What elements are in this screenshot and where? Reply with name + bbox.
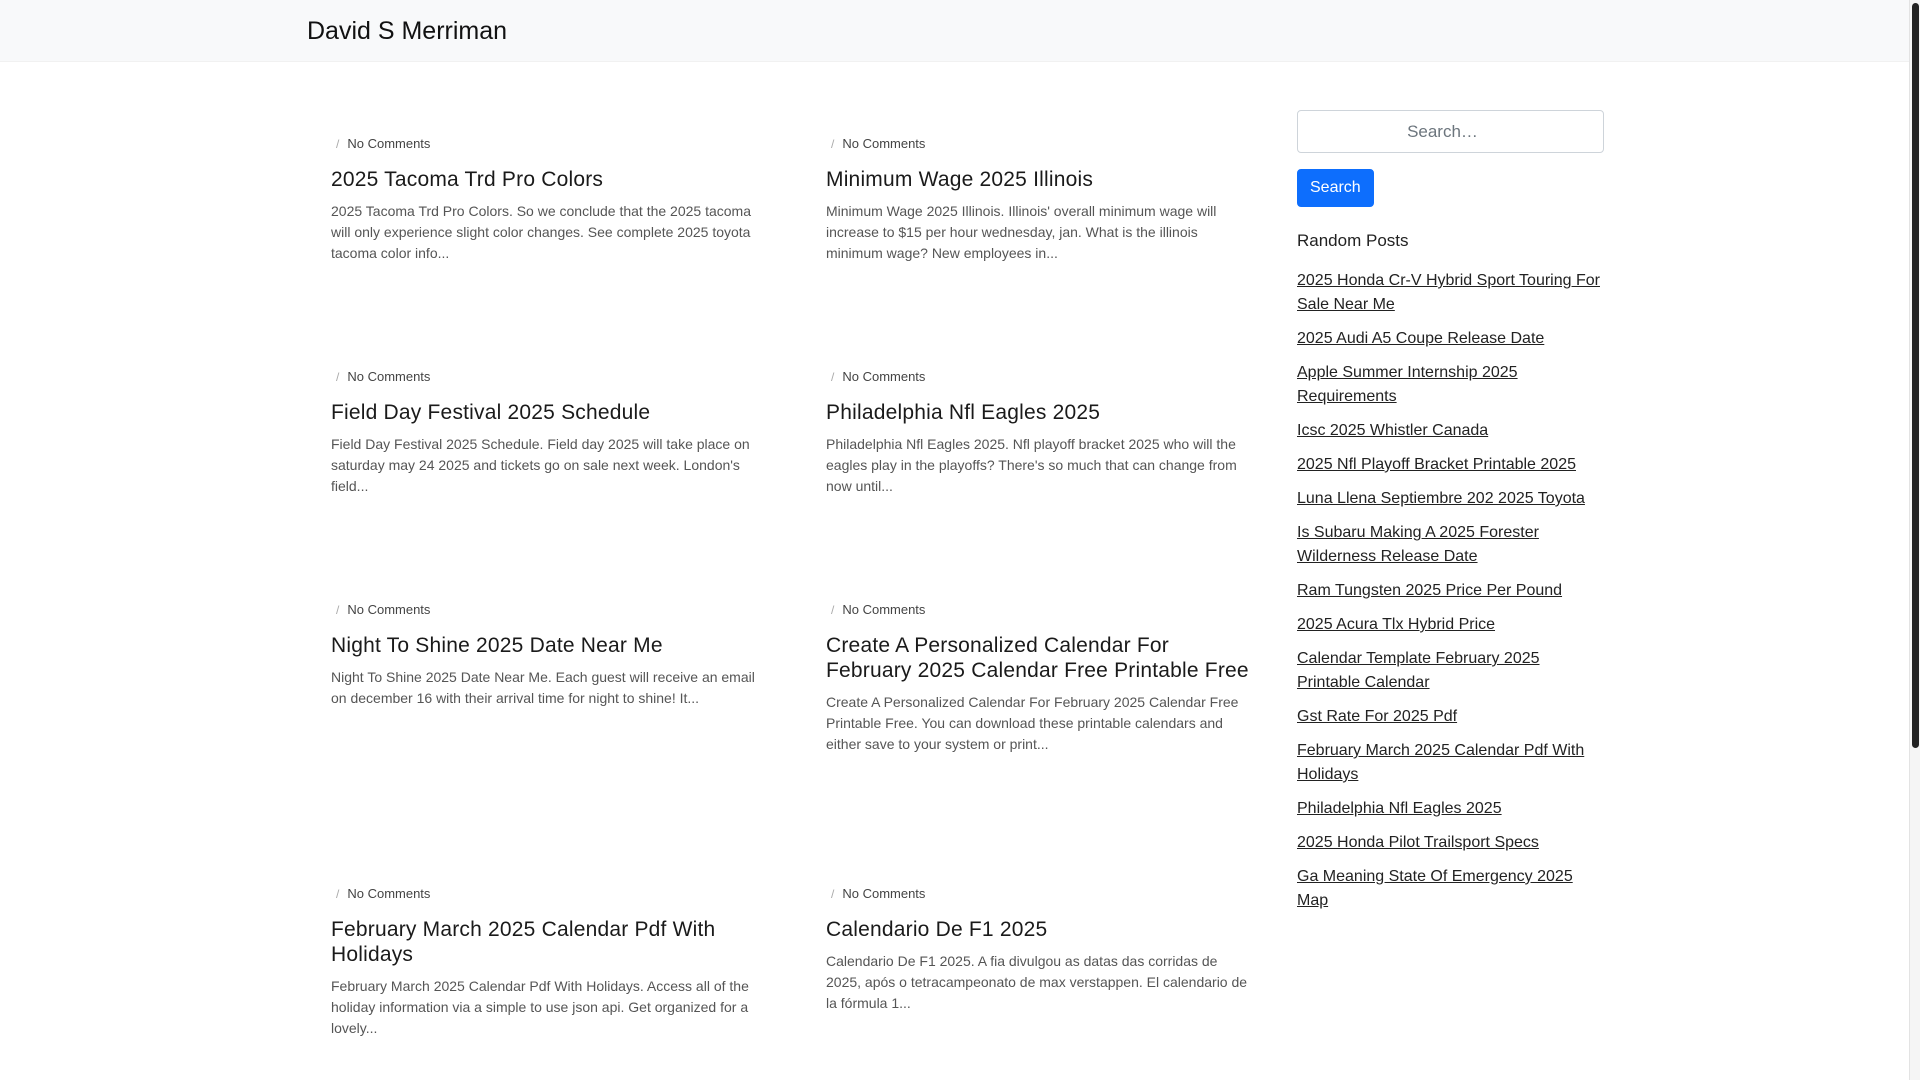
meta-separator: / — [336, 887, 340, 901]
sidebar: Search Random Posts 2025 Honda Cr-V Hybr… — [1297, 110, 1604, 923]
random-post-link[interactable]: Gst Rate For 2025 Pdf — [1297, 708, 1457, 725]
meta-separator: / — [336, 603, 340, 617]
random-post-link[interactable]: Is Subaru Making A 2025 Forester Wildern… — [1297, 524, 1539, 565]
post-meta: / No Comments — [826, 135, 1251, 153]
random-post-link[interactable]: Ram Tungsten 2025 Price Per Pound — [1297, 582, 1562, 599]
post-title[interactable]: Night To Shine 2025 Date Near Me — [331, 633, 756, 658]
post-card: / No Comments Minimum Wage 2025 Illinois … — [826, 135, 1251, 264]
random-post-link[interactable]: Ga Meaning State Of Emergency 2025 Map — [1297, 868, 1573, 909]
random-post-link[interactable]: Calendar Template February 2025 Printabl… — [1297, 650, 1540, 691]
post-title[interactable]: Calendario De F1 2025 — [826, 917, 1251, 942]
list-item: 2025 Audi A5 Coupe Release Date — [1297, 327, 1604, 351]
scrollbar-thumb[interactable] — [1912, 3, 1919, 748]
comments-link[interactable]: No Comments — [347, 886, 430, 901]
random-posts-list: 2025 Honda Cr-V Hybrid Sport Touring For… — [1297, 269, 1604, 913]
list-item: Calendar Template February 2025 Printabl… — [1297, 647, 1604, 695]
post-title[interactable]: 2025 Tacoma Trd Pro Colors — [331, 167, 756, 192]
search-button[interactable]: Search — [1297, 169, 1374, 207]
post-title[interactable]: Minimum Wage 2025 Illinois — [826, 167, 1251, 192]
list-item: 2025 Nfl Playoff Bracket Printable 2025 — [1297, 453, 1604, 477]
comments-link[interactable]: No Comments — [842, 369, 925, 384]
post-excerpt: Philadelphia Nfl Eagles 2025. Nfl playof… — [826, 436, 1237, 494]
site-brand-link[interactable]: David S Merriman — [307, 15, 507, 47]
list-item: 2025 Acura Tlx Hybrid Price — [1297, 613, 1604, 637]
random-post-link[interactable]: Luna Llena Septiembre 202 2025 Toyota — [1297, 490, 1585, 507]
post-meta: / No Comments — [331, 135, 756, 153]
post-excerpt: Create A Personalized Calendar For Febru… — [826, 694, 1239, 752]
comments-link[interactable]: No Comments — [347, 369, 430, 384]
comments-link[interactable]: No Comments — [842, 602, 925, 617]
page-scrollbar[interactable] — [1909, 0, 1920, 1080]
post-meta: / No Comments — [331, 368, 756, 386]
meta-separator: / — [336, 370, 340, 384]
post-title[interactable]: Field Day Festival 2025 Schedule — [331, 400, 756, 425]
post-excerpt: Night To Shine 2025 Date Near Me. Each g… — [331, 669, 755, 706]
meta-separator: / — [831, 603, 835, 617]
comments-link[interactable]: No Comments — [347, 602, 430, 617]
meta-separator: / — [336, 137, 340, 151]
random-posts-heading: Random Posts — [1297, 231, 1409, 250]
post-meta: / No Comments — [826, 601, 1251, 619]
post-title[interactable]: February March 2025 Calendar Pdf With Ho… — [331, 917, 756, 967]
list-item: Ga Meaning State Of Emergency 2025 Map — [1297, 865, 1604, 913]
site-header: David S Merriman — [0, 0, 1910, 62]
search-input[interactable] — [1297, 110, 1604, 153]
post-card: / No Comments February March 2025 Calenda… — [331, 885, 756, 1039]
meta-separator: / — [831, 137, 835, 151]
random-post-link[interactable]: 2025 Audi A5 Coupe Release Date — [1297, 330, 1544, 347]
list-item: Is Subaru Making A 2025 Forester Wildern… — [1297, 521, 1604, 569]
list-item: 2025 Honda Cr-V Hybrid Sport Touring For… — [1297, 269, 1604, 317]
meta-separator: / — [831, 370, 835, 384]
random-post-link[interactable]: 2025 Honda Cr-V Hybrid Sport Touring For… — [1297, 272, 1600, 313]
list-item: Gst Rate For 2025 Pdf — [1297, 705, 1604, 729]
random-post-link[interactable]: Philadelphia Nfl Eagles 2025 — [1297, 800, 1502, 817]
post-meta: / No Comments — [331, 601, 756, 619]
random-post-link[interactable]: 2025 Honda Pilot Trailsport Specs — [1297, 834, 1539, 851]
post-title[interactable]: Philadelphia Nfl Eagles 2025 — [826, 400, 1251, 425]
comments-link[interactable]: No Comments — [842, 886, 925, 901]
list-item: Apple Summer Internship 2025 Requirement… — [1297, 361, 1604, 409]
post-excerpt: 2025 Tacoma Trd Pro Colors. So we conclu… — [331, 203, 751, 261]
post-excerpt: Calendario De F1 2025. A fia divulgou as… — [826, 953, 1248, 1011]
random-post-link[interactable]: 2025 Nfl Playoff Bracket Printable 2025 — [1297, 456, 1576, 473]
list-item: Luna Llena Septiembre 202 2025 Toyota — [1297, 487, 1604, 511]
post-excerpt: Field Day Festival 2025 Schedule. Field … — [331, 436, 750, 494]
post-card: / No Comments Calendario De F1 2025 Calen… — [826, 885, 1251, 1014]
post-excerpt: February March 2025 Calendar Pdf With Ho… — [331, 978, 749, 1036]
post-excerpt: Minimum Wage 2025 Illinois. Illinois' ov… — [826, 203, 1217, 261]
comments-link[interactable]: No Comments — [842, 136, 925, 151]
random-post-link[interactable]: 2025 Acura Tlx Hybrid Price — [1297, 616, 1495, 633]
list-item: 2025 Honda Pilot Trailsport Specs — [1297, 831, 1604, 855]
post-meta: / No Comments — [826, 885, 1251, 903]
post-card: / No Comments Philadelphia Nfl Eagles 202… — [826, 368, 1251, 497]
random-post-link[interactable]: Apple Summer Internship 2025 Requirement… — [1297, 364, 1518, 405]
random-post-link[interactable]: Icsc 2025 Whistler Canada — [1297, 422, 1488, 439]
post-meta: / No Comments — [826, 368, 1251, 386]
list-item: Icsc 2025 Whistler Canada — [1297, 419, 1604, 443]
post-card: / No Comments 2025 Tacoma Trd Pro Colors … — [331, 135, 756, 264]
random-post-link[interactable]: February March 2025 Calendar Pdf With Ho… — [1297, 742, 1584, 783]
list-item: Ram Tungsten 2025 Price Per Pound — [1297, 579, 1604, 603]
post-title[interactable]: Create A Personalized Calendar For Febru… — [826, 633, 1251, 683]
post-card: / No Comments Create A Personalized Calen… — [826, 601, 1251, 755]
list-item: February March 2025 Calendar Pdf With Ho… — [1297, 739, 1604, 787]
list-item: Philadelphia Nfl Eagles 2025 — [1297, 797, 1604, 821]
post-meta: / No Comments — [331, 885, 756, 903]
comments-link[interactable]: No Comments — [347, 136, 430, 151]
post-card: / No Comments Field Day Festival 2025 Sch… — [331, 368, 756, 497]
meta-separator: / — [831, 887, 835, 901]
post-card: / No Comments Night To Shine 2025 Date Ne… — [331, 601, 756, 709]
